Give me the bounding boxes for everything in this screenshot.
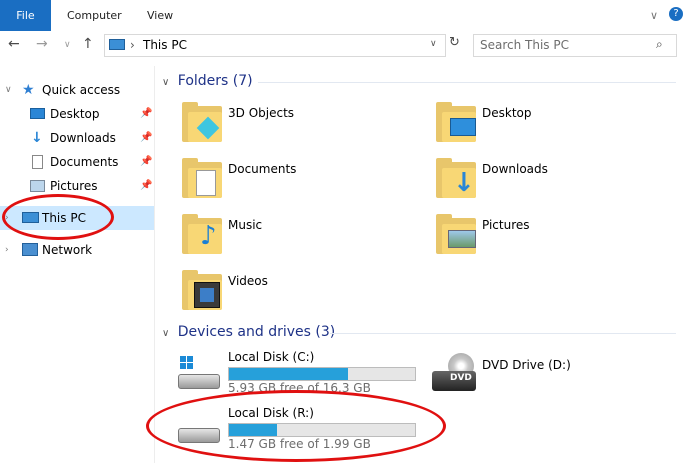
navigation-pane: ∨ ★ Quick access Desktop 📌 ↓ Downloads 📌… (0, 66, 155, 463)
sidebar-item-documents[interactable]: Documents 📌 (0, 150, 154, 174)
navigation-bar: ← → ∨ ↑ › This PC ∨ ↻ Search This PC ⌕ (0, 31, 688, 59)
desktop-icon (450, 118, 476, 136)
chevron-right-icon[interactable]: › (5, 238, 9, 262)
section-heading: Folders (7) (177, 73, 253, 89)
chevron-down-icon[interactable]: ∨ (5, 78, 12, 102)
pin-icon[interactable]: 📌 (140, 174, 152, 198)
folder-label: 3D Objects (228, 106, 295, 120)
windows-logo-icon (180, 356, 194, 370)
folder-label: Downloads (482, 162, 548, 176)
computer-icon (109, 39, 125, 50)
picture-icon (448, 230, 476, 248)
back-arrow-icon[interactable]: ← (8, 36, 20, 52)
refresh-icon[interactable]: ↻ (449, 35, 460, 50)
folder-label: Desktop (482, 106, 532, 120)
desktop-icon (30, 108, 45, 119)
search-box[interactable]: Search This PC ⌕ (473, 34, 677, 57)
recent-locations-icon[interactable]: ∨ (64, 40, 71, 50)
drive-label: Local Disk (C:) (228, 350, 315, 364)
drive-label: DVD Drive (D:) (482, 358, 571, 372)
annotation-ellipse (146, 390, 446, 462)
address-bar[interactable]: › This PC ∨ (104, 34, 446, 57)
tab-file[interactable]: File (0, 0, 51, 31)
drive-c[interactable] (176, 356, 220, 392)
section-divider (330, 333, 676, 334)
chevron-down-icon[interactable]: ∨ (650, 9, 658, 22)
folder-downloads[interactable]: ↓ (436, 156, 480, 200)
download-arrow-icon: ↓ (31, 130, 43, 146)
drive-d[interactable]: DVD (432, 353, 478, 393)
nav-item-label: Documents (50, 155, 119, 169)
section-heading: Devices and drives (3) (177, 324, 336, 340)
music-note-icon: ♪ (200, 221, 217, 251)
sidebar-item-downloads[interactable]: ↓ Downloads 📌 (0, 126, 154, 150)
pin-icon[interactable]: 📌 (140, 126, 152, 150)
breadcrumb[interactable]: This PC (143, 38, 187, 52)
section-divider (258, 82, 676, 83)
folder-label: Videos (228, 274, 268, 288)
folder-desktop[interactable] (436, 100, 480, 144)
help-icon[interactable]: ? (669, 7, 683, 21)
folder-videos[interactable] (182, 268, 226, 312)
section-devices[interactable]: ∨ Devices and drives (3) (162, 324, 335, 340)
sidebar-item-network[interactable]: › Network (0, 238, 154, 262)
folder-label: Documents (228, 162, 297, 176)
nav-item-label: Network (42, 243, 93, 257)
nav-item-label: Downloads (50, 131, 116, 145)
up-arrow-icon[interactable]: ↑ (82, 36, 94, 52)
download-arrow-icon: ↓ (453, 168, 475, 198)
forward-arrow-icon[interactable]: → (36, 36, 48, 52)
chevron-down-icon[interactable]: ∨ (162, 328, 169, 339)
tab-computer[interactable]: Computer (67, 0, 122, 31)
nav-item-label: Quick access (42, 83, 121, 97)
annotation-circle (2, 194, 114, 240)
sidebar-item-desktop[interactable]: Desktop 📌 (0, 102, 154, 126)
network-icon (22, 243, 38, 256)
chevron-down-icon[interactable]: ∨ (162, 77, 169, 88)
folder-3d-objects[interactable] (182, 100, 226, 144)
pictures-icon (30, 180, 45, 192)
breadcrumb-separator: › (130, 38, 135, 52)
hard-drive-icon (178, 374, 220, 389)
drive-usage-bar (228, 367, 416, 381)
folder-music[interactable]: ♪ (182, 212, 226, 256)
nav-item-label: Desktop (50, 107, 100, 121)
film-icon (194, 282, 220, 308)
chevron-down-icon[interactable]: ∨ (430, 39, 437, 49)
folder-pictures[interactable] (436, 212, 480, 256)
dvd-badge: DVD (450, 373, 472, 383)
folder-label: Pictures (482, 218, 530, 232)
nav-quick-access[interactable]: ∨ ★ Quick access (0, 78, 154, 102)
search-icon[interactable]: ⌕ (656, 37, 663, 52)
star-icon: ★ (22, 82, 35, 98)
ribbon: File Computer View ∨ ? (0, 0, 688, 32)
document-icon (32, 155, 43, 169)
tab-view[interactable]: View (147, 0, 173, 31)
document-icon (196, 170, 216, 196)
search-input[interactable]: Search This PC (480, 38, 569, 52)
pin-icon[interactable]: 📌 (140, 102, 152, 126)
folder-label: Music (228, 218, 263, 232)
section-folders[interactable]: ∨ Folders (7) (162, 73, 253, 89)
drive-usage-fill (229, 368, 349, 380)
folder-documents[interactable] (182, 156, 226, 200)
pin-icon[interactable]: 📌 (140, 150, 152, 174)
